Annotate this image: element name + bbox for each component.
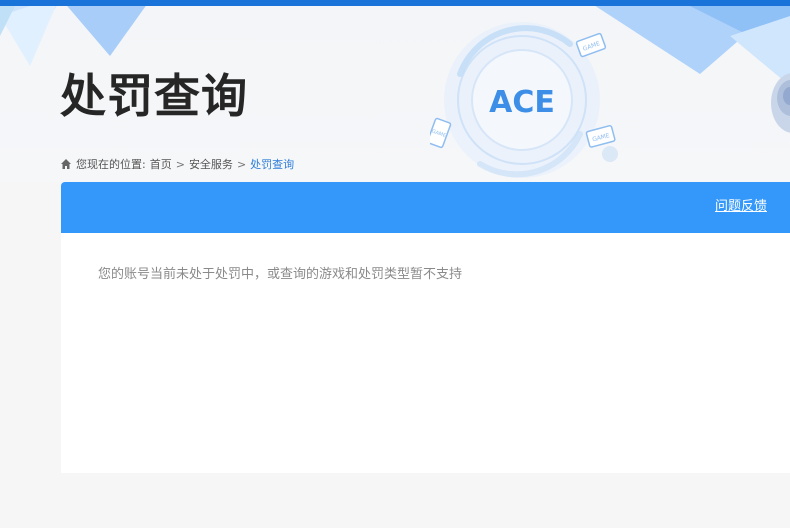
breadcrumb-home[interactable]: 首页 <box>150 156 172 172</box>
panel-body: 您的账号当前未处于处罚中，或查询的游戏和处罚类型暂不支持 <box>61 233 790 473</box>
ace-logo-area: ACE GAME GAME GAME <box>426 14 630 182</box>
home-icon <box>61 159 71 169</box>
decorative-flower-icon <box>771 73 790 133</box>
empty-result-message: 您的账号当前未处于处罚中，或查询的游戏和处罚类型暂不支持 <box>98 267 463 282</box>
ace-logo-icon: ACE GAME GAME GAME <box>426 22 618 178</box>
feedback-link[interactable]: 问题反馈 <box>715 198 767 216</box>
page-title: 处罚查询 <box>60 69 248 123</box>
panel-header: 问题反馈 <box>61 182 790 233</box>
breadcrumb-current[interactable]: 处罚查询 <box>250 156 294 172</box>
breadcrumb-prefix: 您现在的位置: <box>76 158 146 171</box>
logo-text: ACE <box>489 85 555 120</box>
breadcrumb-separator: > <box>175 157 185 171</box>
page: ACE GAME GAME GAME 处罚查询 您现在的位置: 首页 > 安全服… <box>0 0 790 528</box>
breadcrumb-separator: > <box>236 157 247 171</box>
breadcrumb: 您现在的位置: 首页 > 安全服务 > 处罚查询 <box>60 156 294 172</box>
breadcrumb-security-service[interactable]: 安全服务 <box>189 156 233 172</box>
hero-banner: ACE GAME GAME GAME 处罚查询 您现在的位置: 首页 > 安全服… <box>0 6 790 182</box>
